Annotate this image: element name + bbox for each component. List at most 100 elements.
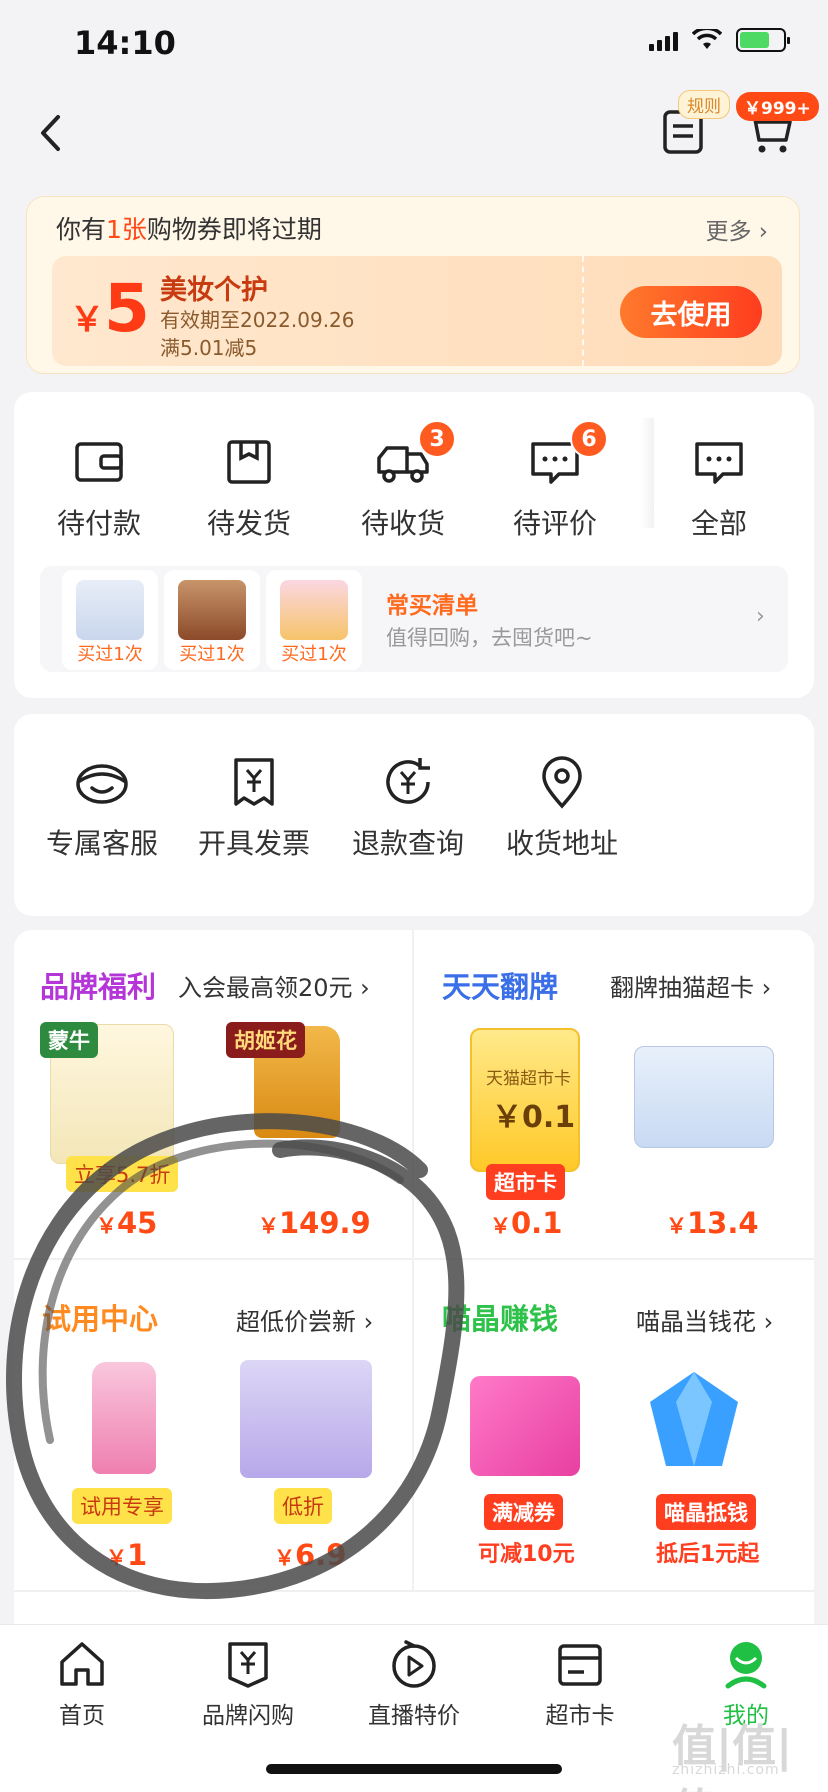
full-reduction-coupon-tag: 满减券 (484, 1494, 563, 1530)
wifi-icon (692, 29, 722, 49)
card-tag: 超市卡 (486, 1164, 565, 1200)
coupon-rule: 满5.01减5 (160, 336, 258, 360)
flip-price-2: ￥13.4 (666, 1206, 759, 1240)
price-value: 0.1 (511, 1206, 563, 1240)
chevron-right-icon: › (756, 604, 765, 629)
coupon-currency: ￥ (70, 300, 104, 340)
low-discount-tag: 低折 (274, 1488, 332, 1524)
status-time: 14:10 (74, 24, 176, 62)
currency-symbol: ￥ (274, 1546, 295, 1570)
bought-count-tag: 买过1次 (281, 644, 347, 665)
invoice-icon (234, 758, 274, 806)
crystal-earn-subtitle[interactable]: 喵晶当钱花 › (636, 1302, 773, 1337)
currency-symbol: ￥ (96, 1214, 117, 1238)
tab-home[interactable]: 首页 (12, 1638, 152, 1730)
service-address[interactable]: 收货地址 (496, 752, 628, 862)
signal-icon (649, 29, 678, 51)
brand-price-1: ￥45 (96, 1206, 157, 1240)
frequent-buys-subtitle: 值得回购，去囤货吧~ (386, 626, 593, 650)
coupon-value: 5 (104, 270, 150, 347)
order-pending-shipment[interactable]: 待发货 (184, 432, 314, 542)
price-value: 149.9 (279, 1206, 371, 1240)
back-button[interactable] (30, 108, 70, 158)
voucher-heading-suffix: 购物券即将过期 (146, 215, 322, 244)
trial-center-title[interactable]: 试用中心 (42, 1296, 158, 1338)
grid-divider (412, 930, 414, 1590)
discount-tag: 立享5.7折 (66, 1156, 179, 1192)
watermark-url: zhizhizhi.com (672, 1762, 780, 1778)
milk-box-product[interactable] (634, 1046, 774, 1148)
coupon-validity: 有效期至2022.09.26 (160, 308, 355, 332)
crystal-icon[interactable] (642, 1366, 746, 1478)
mengniu-logo: 蒙牛 (40, 1022, 98, 1058)
flip-price-1: ￥0.1 (490, 1206, 562, 1240)
trial-price-1: ￥1 (106, 1538, 147, 1572)
frequent-buys-title: 常买清单 (386, 593, 478, 619)
crystal-caption: 抵后1元起 (656, 1542, 760, 1567)
order-divider (640, 418, 654, 528)
crystal-earn-title[interactable]: 喵晶赚钱 (442, 1296, 558, 1338)
noodles-product[interactable] (240, 1360, 372, 1478)
voucher-heading-prefix: 你有 (56, 215, 107, 244)
tab-supermarket-card[interactable]: 超市卡 (510, 1638, 650, 1730)
live-icon (392, 1640, 436, 1688)
status-indicators (649, 28, 790, 52)
trial-center-subtitle[interactable]: 超低价尝新 › (236, 1302, 373, 1337)
price-value: 6.9 (295, 1538, 347, 1572)
currency-symbol: ￥ (258, 1214, 279, 1238)
watermark: 值|值|值 (672, 1721, 793, 1792)
tab-brand-flash[interactable]: 品牌闪购 (178, 1638, 318, 1730)
home-icon (60, 1642, 104, 1686)
tab-live[interactable]: 直播特价 (344, 1638, 484, 1730)
voucher-heading: 你有1张购物券即将过期 (56, 210, 322, 246)
home-indicator (266, 1764, 562, 1774)
daily-flip-subtitle[interactable]: 翻牌抽猫超卡 › (610, 968, 771, 1003)
price-value: 45 (117, 1206, 158, 1240)
voucher-count: 1张 (106, 215, 147, 244)
grid-divider (14, 1258, 814, 1260)
coupon-title: 美妆个护 (160, 275, 268, 306)
lucky-box-image[interactable] (470, 1376, 580, 1476)
customer-service-icon (76, 764, 128, 804)
coupon-amount: ￥5 (70, 270, 150, 347)
order-item-label: 待发货 (206, 507, 291, 540)
bought-count-tag: 买过1次 (77, 644, 143, 665)
service-label: 收货地址 (505, 827, 618, 860)
service-customer-support[interactable]: 专属客服 (36, 752, 168, 862)
all-orders-icon (695, 442, 743, 484)
refund-icon (386, 758, 430, 804)
tab-label: 品牌闪购 (202, 1703, 294, 1729)
brand-benefits-subtitle[interactable]: 入会最高领20元 › (178, 968, 370, 1003)
voucher-more-link[interactable]: 更多 › (705, 212, 768, 246)
order-all[interactable]: 全部 (654, 432, 784, 542)
wallet-icon (75, 442, 123, 482)
price-value: 1 (127, 1538, 148, 1572)
brand-flash-icon (228, 1642, 268, 1688)
brand-benefits-title[interactable]: 品牌福利 (40, 964, 156, 1006)
currency-symbol: ￥ (106, 1546, 127, 1570)
frequent-product-thumb[interactable]: 买过1次 (266, 570, 362, 670)
grid-divider (14, 1590, 814, 1592)
tab-label: 直播特价 (368, 1703, 460, 1729)
coupon-caption: 可减10元 (478, 1542, 575, 1567)
mouthwash-product[interactable] (92, 1362, 156, 1474)
daily-flip-title[interactable]: 天天翻牌 (442, 964, 558, 1006)
order-item-label: 待收货 (360, 507, 445, 540)
order-pending-payment[interactable]: 待付款 (34, 432, 164, 542)
cart-badge: ￥999+ (736, 92, 819, 121)
battery-icon (736, 28, 790, 52)
bought-count-tag: 买过1次 (179, 644, 245, 665)
order-item-label: 待付款 (56, 507, 141, 540)
product-image (280, 580, 348, 640)
product-image (76, 580, 144, 640)
service-invoice[interactable]: 开具发票 (188, 752, 320, 862)
frequent-product-thumb[interactable]: 买过1次 (164, 570, 260, 670)
use-coupon-button[interactable]: 去使用 (620, 286, 762, 338)
order-item-label: 待评价 (512, 507, 597, 540)
supermarket-card-text: 天猫超市卡 (486, 1069, 571, 1089)
trial-price-2: ￥6.9 (274, 1538, 346, 1572)
brand-price-2: ￥149.9 (258, 1206, 371, 1240)
service-refund[interactable]: 退款查询 (342, 752, 474, 862)
currency-symbol: ￥ (490, 1214, 511, 1238)
frequent-product-thumb[interactable]: 买过1次 (62, 570, 158, 670)
